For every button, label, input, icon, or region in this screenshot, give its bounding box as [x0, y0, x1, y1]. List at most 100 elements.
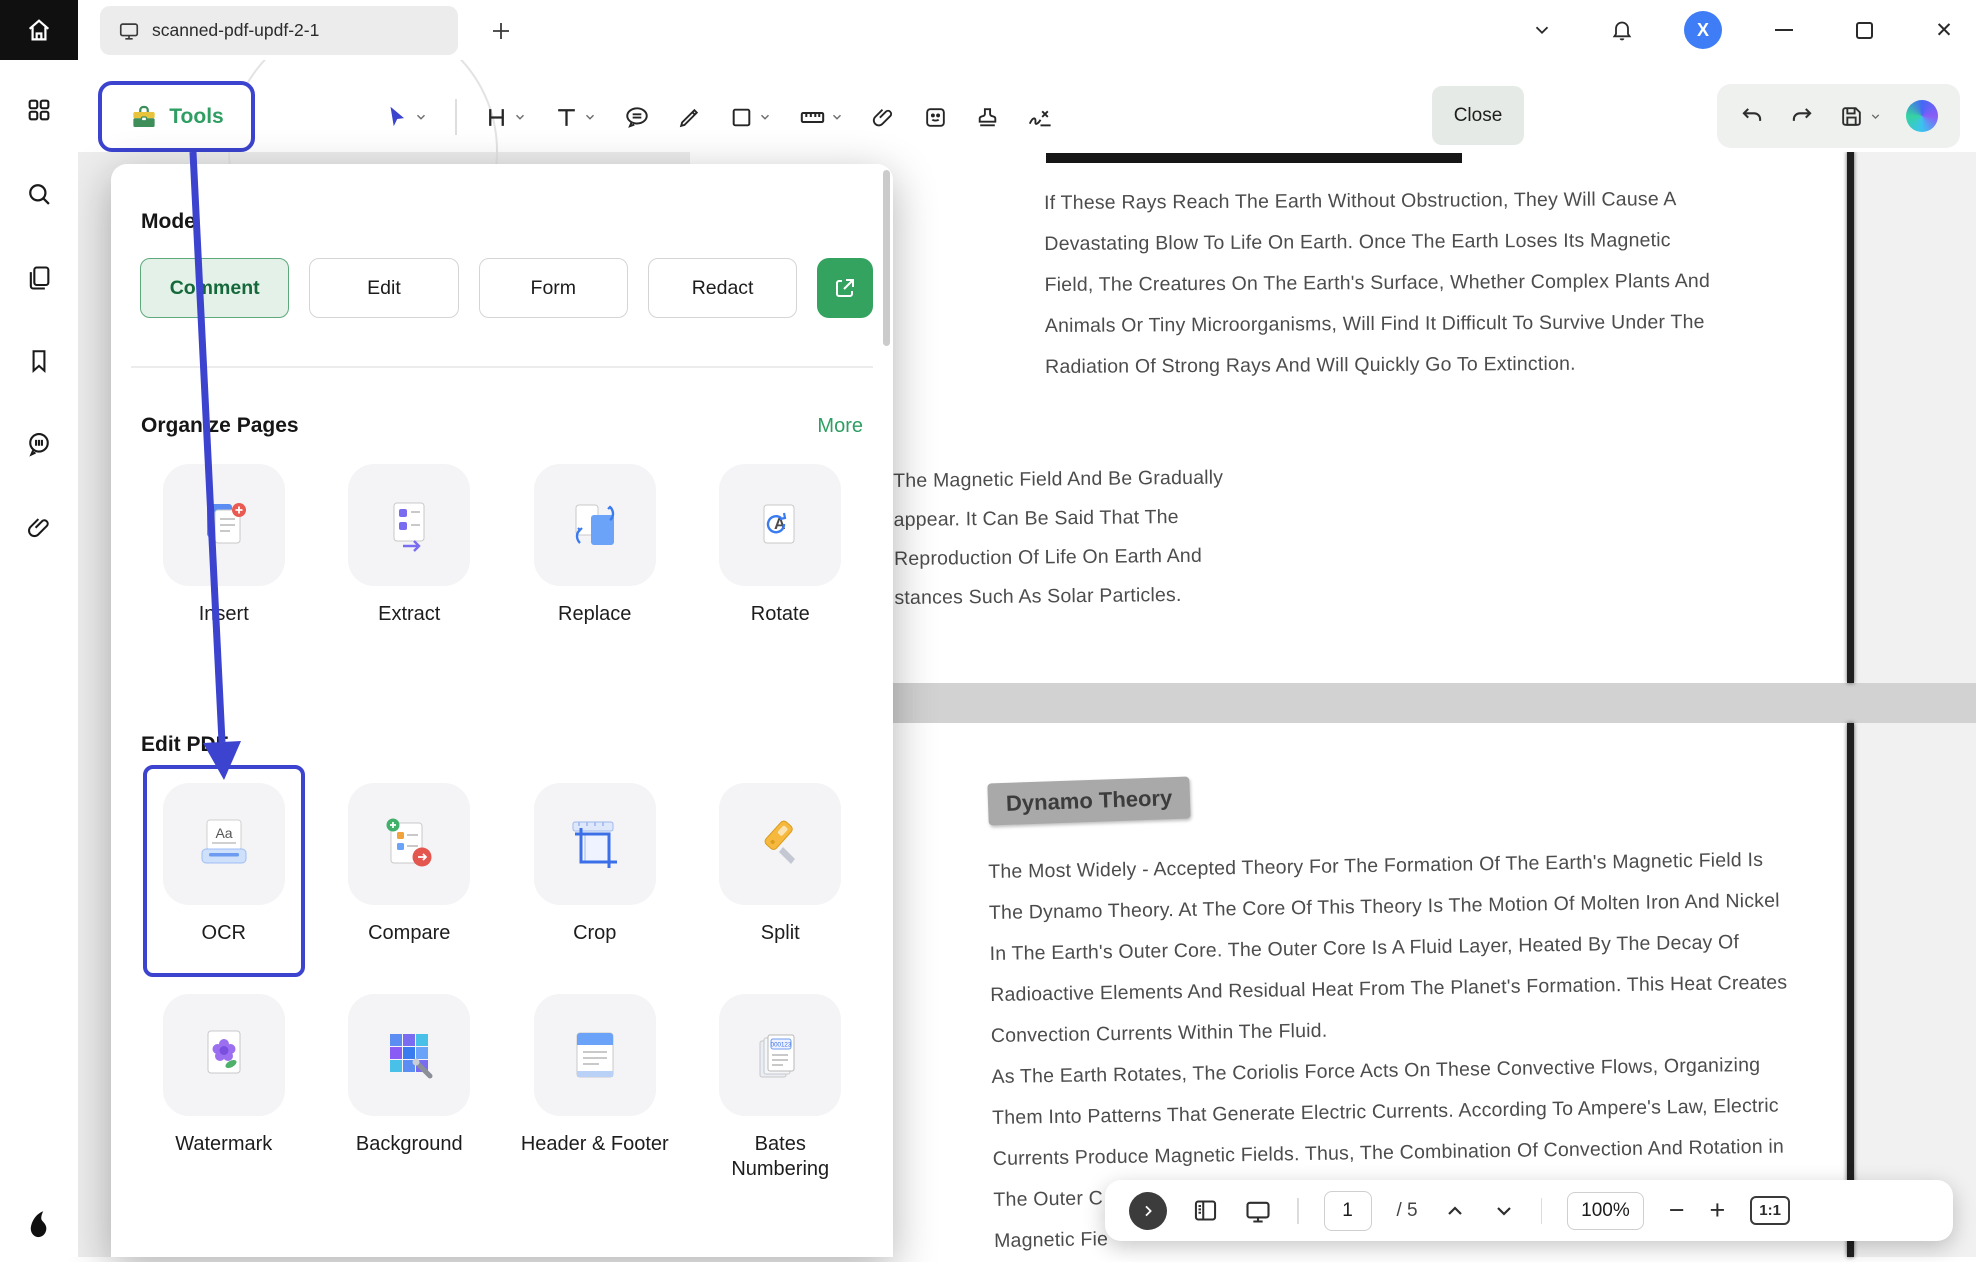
mode-button-comment[interactable]: Comment — [140, 258, 289, 318]
titlebar: scanned-pdf-updf-2-1 X ✕ — [78, 0, 1976, 60]
open-external-button[interactable] — [817, 258, 873, 318]
edit-item-label: OCR — [202, 921, 246, 946]
panel-divider — [131, 366, 873, 368]
left-sidebar — [0, 0, 78, 1257]
ai-assistant-icon[interactable] — [1906, 100, 1938, 132]
page1-line: Radiation Of Strong Rays And Will Quickl… — [1045, 343, 1711, 388]
scan-edge-page2 — [1847, 723, 1854, 1257]
minimize-button[interactable] — [1766, 12, 1802, 48]
redo-button[interactable] — [1789, 103, 1815, 129]
zoom-in-button[interactable]: + — [1710, 1197, 1726, 1224]
edit-item-watermark[interactable]: Watermark — [131, 994, 317, 1188]
pages-thumbnails-icon[interactable] — [25, 264, 53, 292]
chevron-down-icon[interactable] — [830, 110, 844, 124]
chevron-down-icon[interactable] — [758, 110, 772, 124]
crop-icon — [534, 783, 656, 905]
mode-button-form[interactable]: Form — [479, 258, 628, 318]
edit-item-header-footer[interactable]: Header & Footer — [502, 994, 688, 1188]
edit-item-ocr[interactable]: Aa OCR — [131, 783, 317, 952]
tools-panel: Mode Comment Edit Form Redact Organize P… — [111, 164, 893, 1257]
split-icon — [719, 783, 841, 905]
document-tab[interactable]: scanned-pdf-updf-2-1 — [100, 6, 458, 55]
presentation-mode-icon[interactable] — [1244, 1197, 1272, 1225]
page2-line-fragment: The Outer C — [993, 1178, 1103, 1221]
statusbar-divider — [1541, 1198, 1543, 1224]
previous-page-button[interactable] — [1443, 1199, 1467, 1223]
page1-partial-line: The Magnetic Field And Be Gradually — [893, 459, 1223, 501]
page-number-input[interactable] — [1324, 1191, 1372, 1231]
search-icon[interactable] — [25, 180, 53, 208]
chevron-down-icon[interactable] — [583, 110, 597, 124]
tab-list-dropdown[interactable] — [1524, 12, 1560, 48]
apps-grid-icon[interactable] — [25, 96, 53, 124]
scan-edge-page1 — [1847, 151, 1854, 683]
page1-line: Devastating Blow To Life On Earth. Once … — [1044, 220, 1710, 265]
select-tool[interactable] — [378, 98, 434, 136]
close-toolbar-button[interactable]: Close — [1432, 86, 1524, 145]
organize-item-label: Rotate — [751, 602, 810, 627]
close-window-button[interactable]: ✕ — [1926, 12, 1962, 48]
undo-button[interactable] — [1739, 103, 1765, 129]
chevron-down-icon[interactable] — [513, 110, 527, 124]
ocr-icon: Aa — [163, 783, 285, 905]
replace-icon — [534, 464, 656, 586]
rotate-icon: A — [719, 464, 841, 586]
note-comment-tool[interactable] — [618, 98, 656, 136]
stamp-tool[interactable] — [969, 99, 1006, 136]
actual-size-button[interactable]: 1:1 — [1750, 1196, 1790, 1225]
edit-item-label: Background — [356, 1132, 463, 1157]
watermark-icon — [163, 994, 285, 1116]
signature-tool[interactable] — [1021, 98, 1060, 137]
edit-item-split[interactable]: Split — [688, 783, 874, 952]
monitor-icon — [118, 20, 140, 42]
edit-item-label: Split — [761, 921, 800, 946]
sticker-tool[interactable] — [917, 99, 954, 136]
organize-item-rotate[interactable]: A Rotate — [688, 464, 874, 633]
header-footer-icon — [534, 994, 656, 1116]
home-button[interactable] — [0, 0, 78, 60]
panel-scrollbar[interactable] — [883, 170, 890, 346]
mode-button-edit[interactable]: Edit — [309, 258, 458, 318]
insert-icon — [163, 464, 285, 586]
next-page-button[interactable] — [1492, 1199, 1516, 1223]
edit-item-bates-numbering[interactable]: 000123 Bates Numbering — [688, 994, 874, 1188]
page1-line: If These Rays Reach The Earth Without Ob… — [1044, 179, 1710, 224]
edit-item-background[interactable]: Background — [317, 994, 503, 1188]
background-icon — [348, 994, 470, 1116]
maximize-button[interactable] — [1846, 12, 1882, 48]
organize-item-extract[interactable]: Extract — [317, 464, 503, 633]
edit-item-crop[interactable]: Crop — [502, 783, 688, 952]
tools-button[interactable]: Tools — [98, 81, 255, 152]
zoom-out-button[interactable]: − — [1669, 1197, 1685, 1224]
extract-icon — [348, 464, 470, 586]
save-button[interactable] — [1839, 104, 1882, 129]
tab-title: scanned-pdf-updf-2-1 — [152, 20, 319, 41]
zoom-level[interactable]: 100% — [1567, 1192, 1644, 1230]
edit-item-compare[interactable]: Compare — [317, 783, 503, 952]
page1-paragraph: If These Rays Reach The Earth Without Ob… — [1044, 179, 1711, 388]
toolbox-icon — [129, 102, 159, 132]
bookmark-icon[interactable] — [26, 348, 52, 374]
ocr-icon-letters: Aa — [215, 825, 232, 841]
new-tab-button[interactable] — [482, 12, 520, 50]
notifications-bell-icon[interactable] — [1604, 12, 1640, 48]
attachment-tool[interactable] — [865, 99, 902, 136]
organize-item-insert[interactable]: Insert — [131, 464, 317, 633]
edit-item-label: Crop — [573, 921, 616, 946]
edit-item-label: Header & Footer — [521, 1132, 669, 1157]
text-tool[interactable] — [548, 99, 603, 136]
shape-tool[interactable] — [723, 99, 778, 136]
comments-icon[interactable] — [25, 430, 53, 458]
highlight-tool[interactable] — [478, 99, 533, 136]
organize-item-replace[interactable]: Replace — [502, 464, 688, 633]
user-avatar[interactable]: X — [1684, 11, 1722, 49]
expand-panel-button[interactable] — [1129, 1192, 1167, 1230]
attachments-icon[interactable] — [26, 514, 53, 541]
organize-item-label: Insert — [199, 602, 249, 627]
more-link[interactable]: More — [817, 415, 863, 438]
page-thumbnails-icon[interactable] — [1192, 1197, 1219, 1224]
measure-tool[interactable] — [793, 98, 850, 137]
pen-marker-tool[interactable] — [671, 99, 708, 136]
mode-button-redact[interactable]: Redact — [648, 258, 797, 318]
chevron-down-icon[interactable] — [414, 110, 428, 124]
